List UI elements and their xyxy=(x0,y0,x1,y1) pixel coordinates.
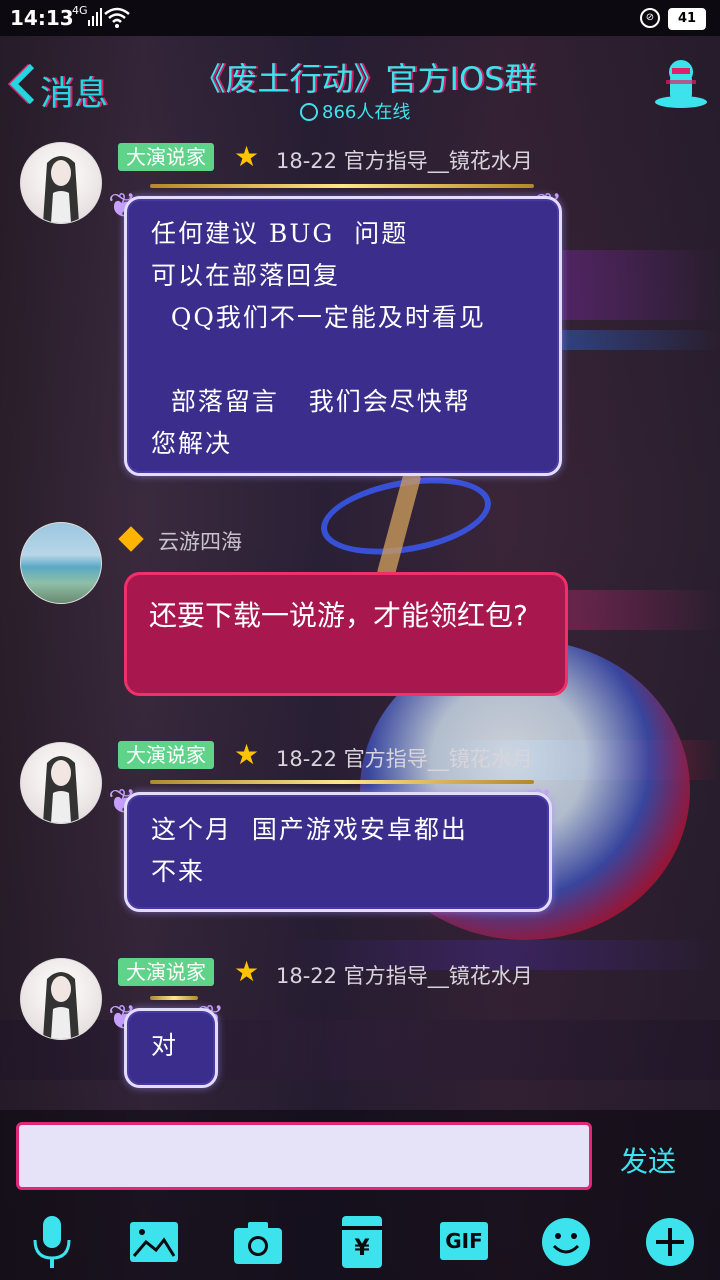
signal-icon xyxy=(88,8,102,26)
star-icon: ★ xyxy=(234,738,260,771)
bubble-frame-top xyxy=(150,780,534,784)
sender-meta: 18-22 官方指导__镜花水月 xyxy=(276,149,533,173)
member-title-badge: 大演说家 xyxy=(118,143,214,171)
message-bubble[interactable]: 还要下载一说游，才能领红包? xyxy=(124,572,568,696)
message-bubble[interactable]: 对 xyxy=(124,1008,218,1088)
avatar[interactable] xyxy=(20,522,102,604)
avatar[interactable] xyxy=(20,142,102,224)
red-packet-icon[interactable]: ¥ xyxy=(334,1214,390,1270)
back-chevron-icon[interactable] xyxy=(8,62,36,106)
member-title-badge: 大演说家 xyxy=(118,958,214,986)
message-bubble[interactable]: 这个月 国产游戏安卓都出 不来 xyxy=(124,792,552,912)
sender-meta: 18-22 官方指导__镜花水月 xyxy=(276,747,533,771)
girl-portrait-icon xyxy=(43,756,79,823)
network-type: 4G xyxy=(72,4,88,17)
avatar[interactable] xyxy=(20,742,102,824)
member-title-badge: 大演说家 xyxy=(118,741,214,769)
back-button[interactable]: 消息 xyxy=(40,66,108,115)
battery-indicator: 41 xyxy=(668,8,706,30)
gif-label: GIF xyxy=(440,1222,488,1260)
online-count[interactable]: 866人在线 xyxy=(300,98,460,124)
girl-portrait-icon xyxy=(43,972,79,1039)
avatar[interactable] xyxy=(20,958,102,1040)
group-profile-icon[interactable] xyxy=(652,58,710,108)
online-count-label: 866人在线 xyxy=(322,102,411,123)
status-time: 14:13 xyxy=(10,6,74,30)
send-button[interactable]: 发送 xyxy=(620,1140,676,1180)
sender-meta: 18-22 官方指导__镜花水月 xyxy=(276,964,533,988)
star-icon: ★ xyxy=(234,140,260,173)
bubble-frame-top xyxy=(150,996,198,1000)
group-title: 《废土行动》官方IOS群 xyxy=(193,60,537,98)
message-bubble[interactable]: 任何建议 BUG 问题 可以在部落回复 QQ我们不一定能及时看见 部落留言 我们… xyxy=(124,196,562,476)
sender-name: 云游四海 xyxy=(158,530,242,554)
rotation-lock-icon: ⊘ xyxy=(640,8,660,28)
microphone-icon[interactable] xyxy=(24,1214,80,1270)
yen-label: ¥ xyxy=(354,1236,370,1261)
emoji-icon[interactable] xyxy=(538,1214,594,1270)
chevron-down-icon xyxy=(300,103,318,121)
wifi-icon xyxy=(104,7,130,28)
image-icon[interactable] xyxy=(126,1214,182,1270)
bubble-frame-top xyxy=(150,184,534,188)
plus-icon[interactable] xyxy=(642,1214,698,1270)
status-bar: 14:13 4G ⊘ 41 xyxy=(0,0,720,36)
star-icon: ★ xyxy=(234,955,260,988)
girl-portrait-icon xyxy=(43,156,79,223)
camera-icon[interactable] xyxy=(230,1214,286,1270)
gif-icon[interactable]: GIF xyxy=(436,1214,492,1270)
message-input[interactable] xyxy=(16,1122,592,1190)
